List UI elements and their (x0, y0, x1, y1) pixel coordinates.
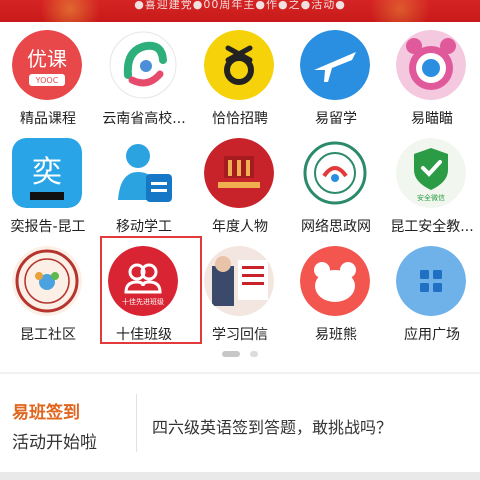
app-label: 学习回信 (212, 327, 268, 343)
banner-text: ●喜迎建党●00周年主●作●之●活动● (134, 0, 346, 11)
safety-text: 安全微信 (417, 193, 445, 202)
community-seal-icon (12, 246, 82, 316)
app-item-yunnan[interactable]: 云南省高校... (96, 22, 192, 127)
page-dot[interactable] (250, 351, 258, 357)
app-item-yimiaomiao[interactable]: 易瞄瞄 (384, 22, 480, 127)
app-label: 应用广场 (404, 327, 460, 343)
qiaqia-icon (204, 30, 274, 100)
app-item-qiaqia[interactable]: 恰恰招聘 (192, 22, 288, 127)
app-item-community[interactable]: 昆工社区 (0, 238, 96, 343)
app-label: 昆工社区 (20, 327, 76, 343)
yooc-text: YOOC (35, 76, 59, 85)
app-label: 奕报告-昆工 (10, 219, 86, 235)
checkin-title: 易班签到 (12, 403, 80, 423)
camera-eye-icon (396, 30, 466, 100)
youke-text: 优课 (27, 47, 67, 71)
app-label: 恰恰招聘 (212, 111, 268, 127)
app-item-study-letter[interactable]: 学习回信 (192, 238, 288, 343)
app-grid-icon (396, 246, 466, 316)
app-item-course[interactable]: 优课 YOOC 精品课程 (0, 22, 96, 127)
app-item-bear[interactable]: 易班熊 (288, 238, 384, 343)
app-item-mobile-affairs[interactable]: 移动学工 (96, 130, 192, 235)
app-label: 云南省高校... (102, 111, 186, 127)
bear-icon (300, 246, 370, 316)
app-item-annual-person[interactable]: 年度人物 (192, 130, 288, 235)
app-label: 年度人物 (212, 219, 268, 235)
app-item-app-square[interactable]: 应用广场 (384, 238, 480, 343)
yunnan-icon (108, 30, 178, 100)
page-indicator (0, 349, 480, 359)
top-banner[interactable]: ●喜迎建党●00周年主●作●之●活动● (0, 0, 480, 22)
app-label: 网络思政网 (301, 219, 371, 235)
seal-icon (300, 138, 370, 208)
app-item-ideology-net[interactable]: 网络思政网 (288, 130, 384, 235)
app-label: 精品课程 (20, 111, 76, 127)
checkin-promo[interactable]: 四六级英语签到答题，敢挑战吗？ (152, 414, 392, 438)
airplane-icon (300, 30, 370, 100)
shield-check-icon: 安全微信 (396, 138, 466, 208)
section-divider (0, 372, 480, 374)
yi-report-icon: 奕 (12, 138, 82, 208)
app-label: 易留学 (315, 111, 357, 127)
bottom-bar (0, 472, 480, 480)
selection-highlight (100, 236, 202, 344)
yi-text: 奕 (32, 155, 62, 190)
checkin-subtitle: 活动开始啦 (12, 433, 97, 453)
app-label: 易瞄瞄 (411, 111, 453, 127)
app-item-safety-edu[interactable]: 安全微信 昆工安全教... (384, 130, 480, 235)
app-label: 易班熊 (315, 327, 357, 343)
app-item-yi-report[interactable]: 奕 奕报告-昆工 (0, 130, 96, 235)
page-dot-active[interactable] (222, 351, 240, 357)
annual-person-icon (204, 138, 274, 208)
youke-icon: 优课 YOOC (12, 30, 82, 100)
app-label: 昆工安全教... (390, 219, 474, 235)
person-doc-icon (108, 138, 178, 208)
app-item-study-abroad[interactable]: 易留学 (288, 22, 384, 127)
app-label: 移动学工 (116, 219, 172, 235)
vertical-divider (136, 394, 137, 452)
study-letter-icon (204, 246, 274, 316)
